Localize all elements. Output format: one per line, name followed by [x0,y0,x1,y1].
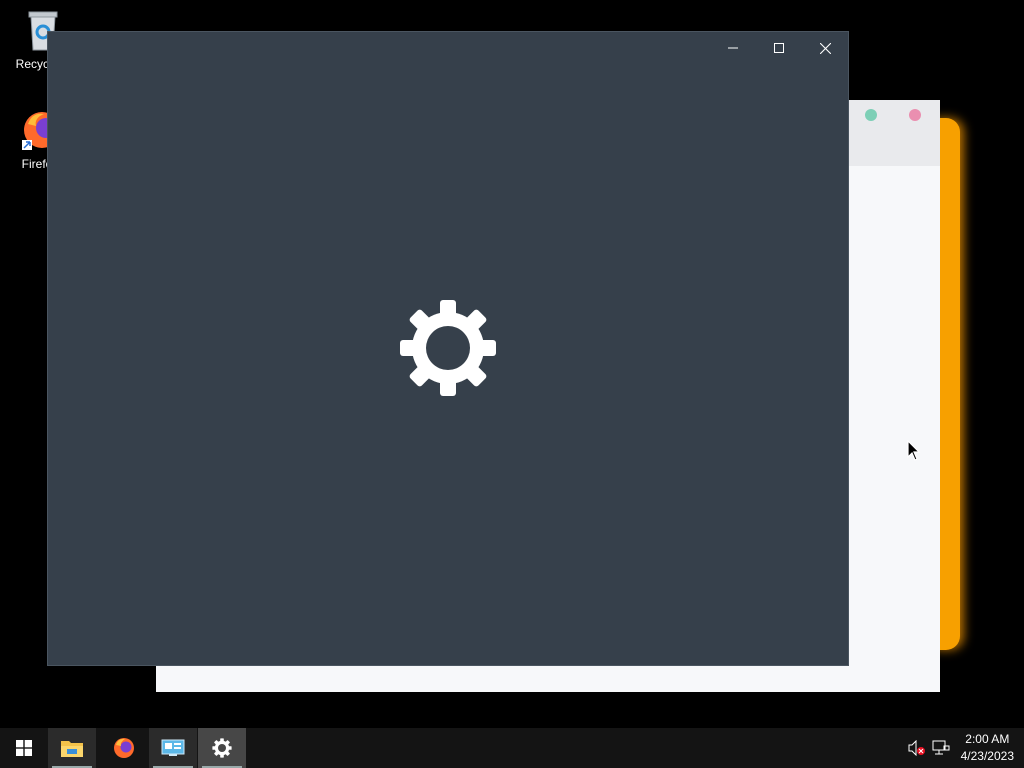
taskbar-remote-desktop-button[interactable] [149,728,197,768]
taskbar-file-explorer-button[interactable] [48,728,96,768]
close-icon [819,42,831,54]
firefox-icon [114,738,134,758]
taskbar-clock[interactable]: 2:00 AM 4/23/2023 [953,731,1024,765]
minimize-icon [728,47,738,49]
remote-desktop-icon [161,739,185,756]
settings-window[interactable] [48,32,848,665]
taskbar-firefox-button[interactable] [100,728,148,768]
taskbar-settings-button[interactable] [198,728,246,768]
folder-icon [61,741,83,757]
network-icon [932,740,950,755]
start-button[interactable] [0,728,48,768]
minimize-button[interactable] [710,32,756,64]
desktop: Recycle Firefo [0,0,1024,728]
pink-dot-icon[interactable] [909,109,921,121]
gear-icon [212,738,232,758]
clock-time: 2:00 AM [965,732,1010,746]
taskbar: 2:00 AM 4/23/2023 [0,728,1024,768]
mouse-cursor-icon [907,440,921,461]
maximize-button[interactable] [756,32,802,64]
system-tray: 2:00 AM 4/23/2023 [905,728,1024,768]
gear-icon [400,300,496,396]
network-button[interactable] [929,728,953,768]
maximize-icon [774,43,784,53]
teal-dot-icon[interactable] [865,109,877,121]
clock-date: 4/23/2023 [960,749,1014,763]
close-button[interactable] [802,32,848,64]
volume-muted-icon [908,740,925,756]
windows-start-icon [16,740,32,756]
volume-button[interactable] [905,728,929,768]
